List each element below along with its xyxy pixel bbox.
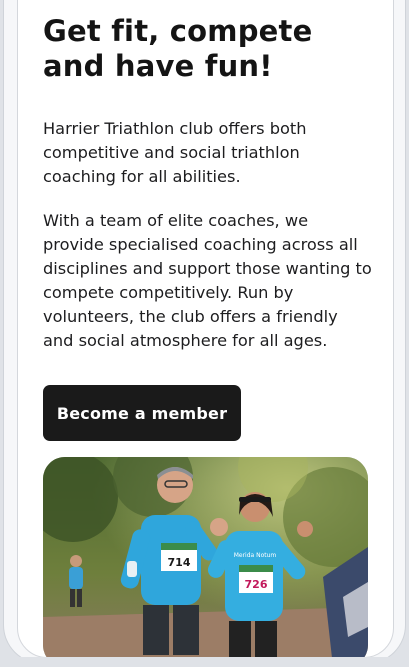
description-paragraph: With a team of elite coaches, we provide… [43, 211, 372, 350]
hero-headline: Get fit, compete and have fun! [43, 14, 313, 83]
shirt-print: Merida Notum [234, 552, 277, 559]
bib-number-right: 726 [245, 578, 268, 591]
runners-photo: 714 Merida Notum 726 [43, 457, 368, 657]
content-card: Get fit, compete and have fun! Harrier T… [17, 0, 394, 658]
screen-bottom-edge [0, 657, 409, 667]
become-member-button[interactable]: Become a member [43, 385, 241, 441]
bib-number-left: 714 [168, 556, 191, 569]
intro-paragraph: Harrier Triathlon club offers both compe… [43, 119, 307, 186]
